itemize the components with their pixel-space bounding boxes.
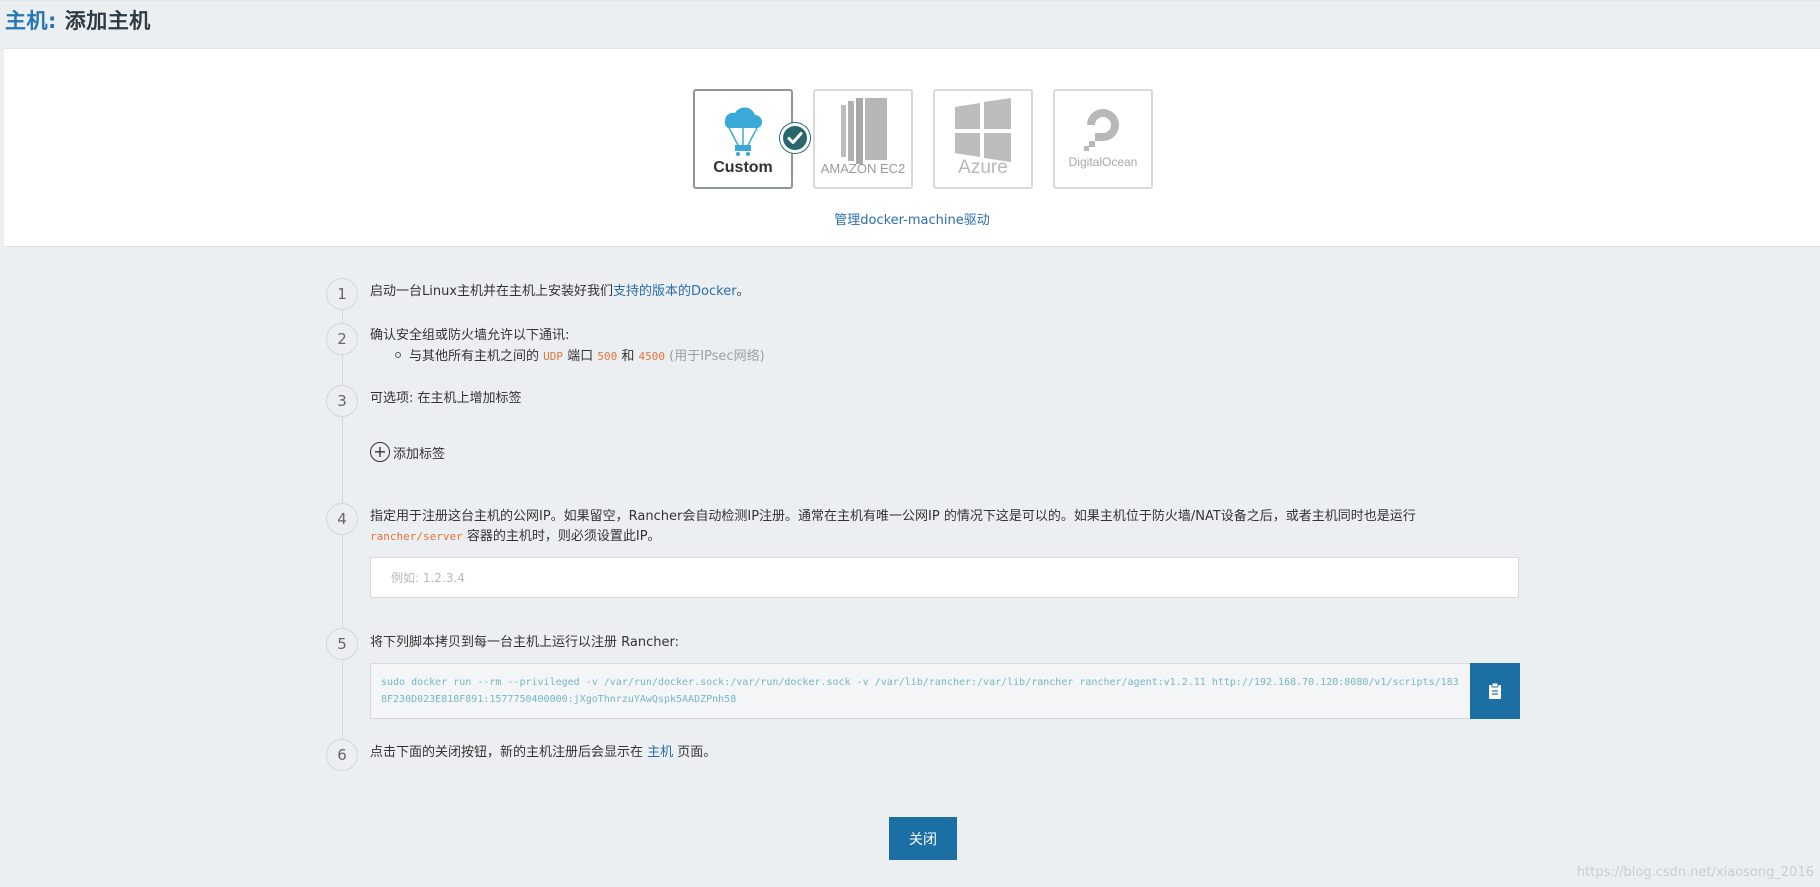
step-1-text-pre: 启动一台Linux主机并在主机上安装好我们: [370, 284, 614, 299]
driver-label-azure: Azure: [958, 157, 1008, 178]
supported-versions-link[interactable]: 支持的版本的: [613, 284, 691, 299]
breadcrumb-hosts[interactable]: 主机:: [5, 9, 57, 33]
step-number-6: 6: [326, 739, 358, 771]
driver-custom[interactable]: Custom: [693, 89, 793, 189]
digitalocean-logo: [1084, 109, 1119, 151]
driver-azure[interactable]: Azure: [933, 89, 1033, 189]
public-ip-input[interactable]: [370, 557, 1519, 598]
step-4-text: 指定用于注册这台主机的公网IP。如果留空，Rancher会自动检测IP注册。通常…: [370, 507, 1530, 547]
driver-amazon-ec2[interactable]: AMAZON EC2: [813, 89, 913, 189]
driver-digitalocean[interactable]: DigitalOcean: [1053, 89, 1153, 189]
plus-circle-icon: +: [370, 442, 390, 462]
step-4-text-line1: 指定用于注册这台主机的公网IP。如果留空，Rancher会自动检测IP注册。通常…: [370, 509, 1416, 524]
step-1-text: 启动一台Linux主机并在主机上安装好我们支持的版本的Docker。: [370, 282, 750, 302]
hosts-page-link[interactable]: 主机: [647, 745, 673, 760]
step-number-5: 5: [326, 628, 358, 660]
step-number-2: 2: [326, 323, 358, 355]
add-label-button[interactable]: + 添加标签: [370, 442, 445, 462]
step-6-text-post: 页面。: [673, 745, 717, 760]
copy-script-button[interactable]: [1470, 663, 1520, 719]
step-6-text-pre: 点击下面的关闭按钮，新的主机注册后会显示在: [370, 745, 648, 760]
port-word: 端口: [567, 349, 594, 364]
step-number-4: 4: [326, 503, 358, 535]
registration-script-box[interactable]: sudo docker run --rm --privileged -v /va…: [370, 663, 1471, 719]
step-4-text-line2: 容器的主机时，则必须设置此IP。: [466, 529, 661, 544]
step-number-3: 3: [326, 385, 358, 417]
port-4500: 4500: [638, 350, 666, 363]
step-1-text-post: 。: [736, 284, 750, 299]
step-5-text: 将下列脚本拷贝到每一台主机上运行以注册 Rancher:: [370, 635, 679, 650]
step-3-text: 可选项: 在主机上增加标签: [370, 391, 522, 406]
add-label-text: 添加标签: [393, 446, 446, 462]
page-title-text: 添加主机: [64, 9, 151, 33]
firewall-rule-item: 与其他所有主机之间的 UDP 端口 500 和 4500 (用于IPsec网络): [395, 345, 765, 364]
docker-link[interactable]: Docker: [691, 284, 737, 299]
watermark: https://blog.csdn.net/xiaosong_2016: [1576, 865, 1814, 880]
driver-selection-panel: Custom AMAZON EC2 Azure DigitalOcean 管理d…: [4, 48, 1820, 247]
firewall-rule-pre: 与其他所有主机之间的: [409, 349, 540, 364]
driver-label-amazon-ec2: AMAZON EC2: [820, 161, 906, 176]
selected-check-icon: [780, 123, 810, 153]
port-500: 500: [597, 350, 618, 363]
and-word: 和: [621, 349, 635, 364]
page-header: 主机: 添加主机: [0, 0, 1820, 48]
close-button[interactable]: 关闭: [889, 817, 957, 860]
driver-label-digitalocean: DigitalOcean: [1068, 155, 1138, 169]
bullet-icon: [395, 351, 401, 358]
step-number-1: 1: [326, 278, 358, 310]
step-2-text: 确认安全组或防火墙允许以下通讯:: [370, 328, 570, 343]
driver-label-custom: Custom: [713, 159, 773, 176]
page-title: 主机: 添加主机: [5, 5, 1820, 35]
step-6-text: 点击下面的关闭按钮，新的主机注册后会显示在 主机 页面。: [370, 743, 716, 763]
ipsec-note: (用于IPsec网络): [669, 349, 765, 364]
manage-docker-machine-drivers-link[interactable]: 管理docker-machine驱动: [4, 209, 1820, 228]
rancher-server-code: rancher/server: [370, 530, 463, 543]
clipboard-icon: [1489, 682, 1501, 699]
protocol-udp: UDP: [543, 350, 564, 363]
